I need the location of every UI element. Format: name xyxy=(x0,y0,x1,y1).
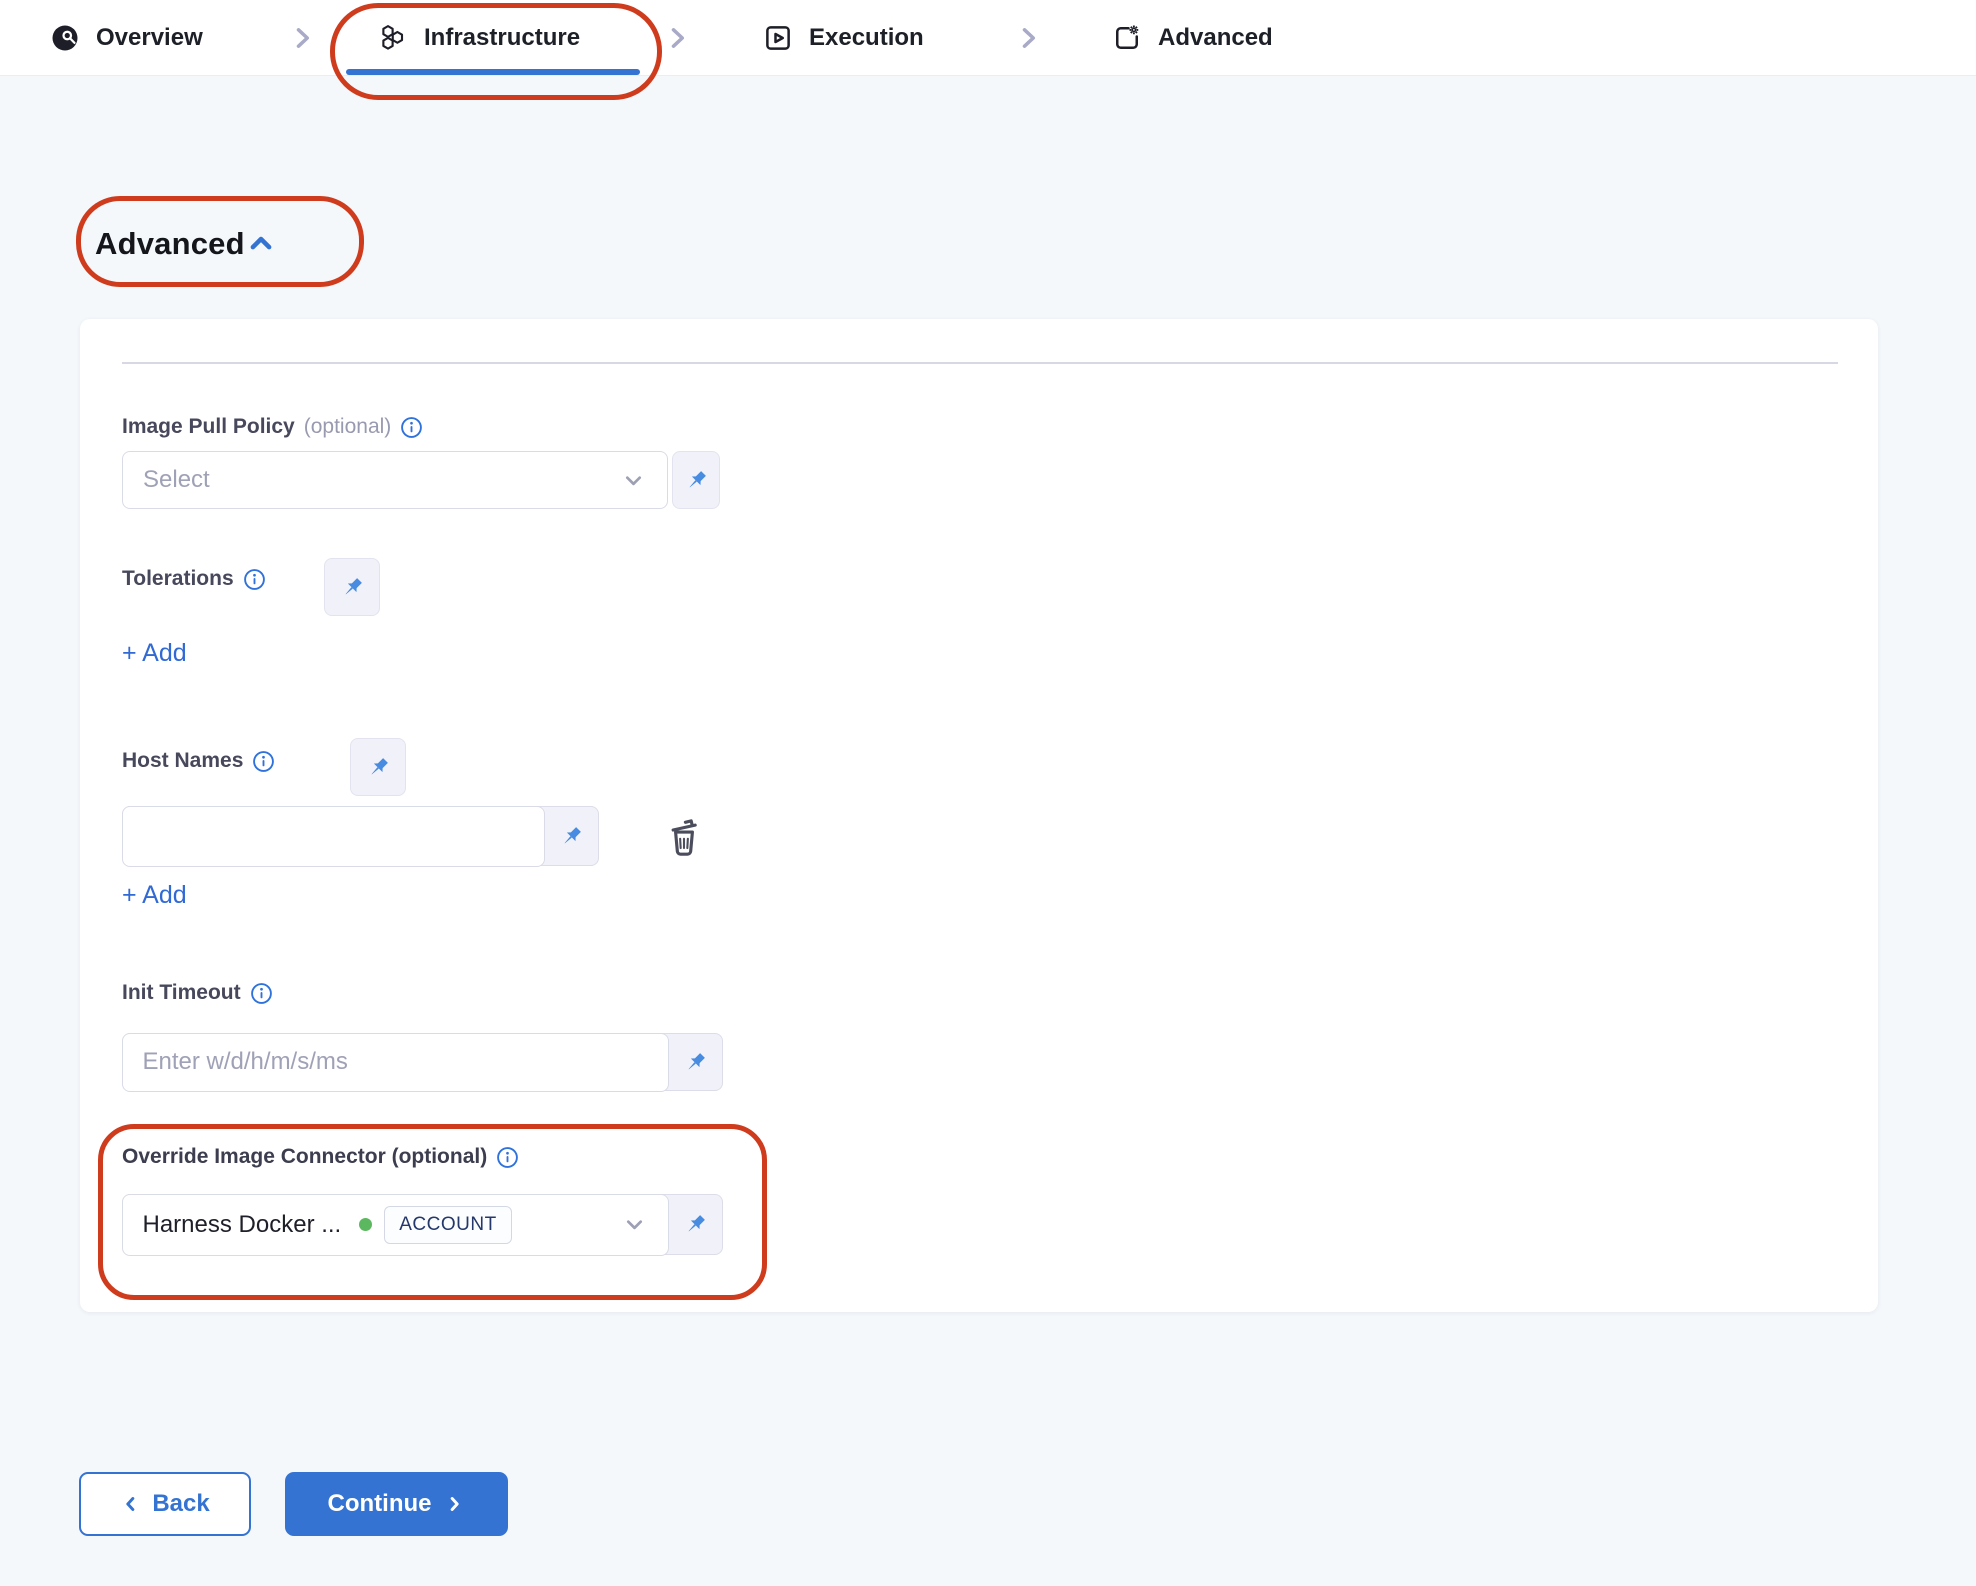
overview-icon xyxy=(50,23,80,53)
chevron-left-icon xyxy=(120,1493,142,1515)
host-names-label: Host Names xyxy=(122,749,275,773)
card-top-divider xyxy=(122,362,1838,364)
override-image-connector-select[interactable]: Harness Docker ... ACCOUNT xyxy=(122,1194,670,1256)
tab-infrastructure[interactable]: Infrastructure xyxy=(378,0,580,76)
continue-button[interactable]: Continue xyxy=(285,1472,508,1536)
execution-play-icon xyxy=(763,23,793,53)
back-button[interactable]: Back xyxy=(79,1472,251,1536)
info-icon[interactable] xyxy=(496,1146,519,1169)
chevron-down-icon xyxy=(621,1211,648,1238)
tab-overview[interactable]: Overview xyxy=(50,0,203,76)
override-image-connector-pin-button[interactable] xyxy=(668,1195,722,1254)
image-pull-policy-select[interactable]: Select xyxy=(122,451,668,509)
pushpin-icon xyxy=(558,823,585,850)
host-names-input-wrap xyxy=(122,806,546,867)
host-names-inline-pin-button[interactable] xyxy=(544,807,598,865)
chevron-right-icon xyxy=(663,24,691,52)
override-image-connector-label: Override Image Connector (optional) xyxy=(122,1145,519,1169)
chevron-right-icon xyxy=(443,1493,465,1515)
active-tab-underline xyxy=(346,69,640,75)
info-icon[interactable] xyxy=(252,750,275,773)
tab-execution[interactable]: Execution xyxy=(763,0,924,76)
image-pull-policy-label: Image Pull Policy (optional) xyxy=(122,415,423,439)
optional-suffix: (optional) xyxy=(304,415,392,439)
chevron-down-icon xyxy=(620,467,647,494)
info-icon[interactable] xyxy=(400,416,423,439)
info-icon[interactable] xyxy=(243,568,266,591)
infrastructure-hexagons-icon xyxy=(378,23,408,53)
pushpin-icon xyxy=(365,754,392,781)
tab-advanced-label: Advanced xyxy=(1158,24,1273,52)
tab-advanced[interactable]: Advanced xyxy=(1112,0,1273,76)
image-pull-policy-pin-button[interactable] xyxy=(672,451,720,509)
chevron-right-icon xyxy=(1014,24,1042,52)
init-timeout-input[interactable] xyxy=(143,1048,649,1076)
back-button-label: Back xyxy=(152,1490,209,1518)
connector-status-dot xyxy=(359,1218,372,1231)
host-names-delete-button[interactable] xyxy=(660,813,708,861)
host-names-add-link[interactable]: + Add xyxy=(122,881,187,910)
override-image-connector-select-group: Harness Docker ... ACCOUNT xyxy=(122,1194,723,1255)
advanced-section-title: Advanced xyxy=(95,226,245,262)
tolerations-pin-button[interactable] xyxy=(324,558,380,616)
host-names-input[interactable] xyxy=(143,822,525,850)
connector-name: Harness Docker ... xyxy=(143,1211,342,1239)
info-icon[interactable] xyxy=(250,982,273,1005)
tab-overview-label: Overview xyxy=(96,24,203,52)
trash-icon xyxy=(663,816,705,858)
wizard-tab-bar: Overview Infrastructure Execution xyxy=(0,0,1976,76)
host-names-input-group xyxy=(122,806,599,866)
chevron-up-icon[interactable] xyxy=(246,229,276,259)
tolerations-label: Tolerations xyxy=(122,567,266,591)
host-names-pin-button[interactable] xyxy=(350,738,406,796)
advanced-settings-card: Image Pull Policy (optional) Select Tole… xyxy=(80,319,1878,1312)
pushpin-icon xyxy=(339,574,366,601)
init-timeout-input-group xyxy=(122,1033,723,1091)
tolerations-add-link[interactable]: + Add xyxy=(122,639,187,668)
pushpin-icon xyxy=(683,467,710,494)
chevron-right-icon xyxy=(288,24,316,52)
init-timeout-label: Init Timeout xyxy=(122,981,273,1005)
connector-scope-badge: ACCOUNT xyxy=(384,1206,511,1244)
continue-button-label: Continue xyxy=(328,1490,432,1518)
pushpin-icon xyxy=(682,1211,709,1238)
init-timeout-input-wrap xyxy=(122,1033,670,1092)
init-timeout-inline-pin-button[interactable] xyxy=(668,1034,722,1090)
tab-execution-label: Execution xyxy=(809,24,924,52)
advanced-section-header[interactable]: Advanced xyxy=(95,226,276,262)
tab-infrastructure-label: Infrastructure xyxy=(424,24,580,52)
pushpin-icon xyxy=(682,1049,709,1076)
advanced-gear-box-icon xyxy=(1112,23,1142,53)
